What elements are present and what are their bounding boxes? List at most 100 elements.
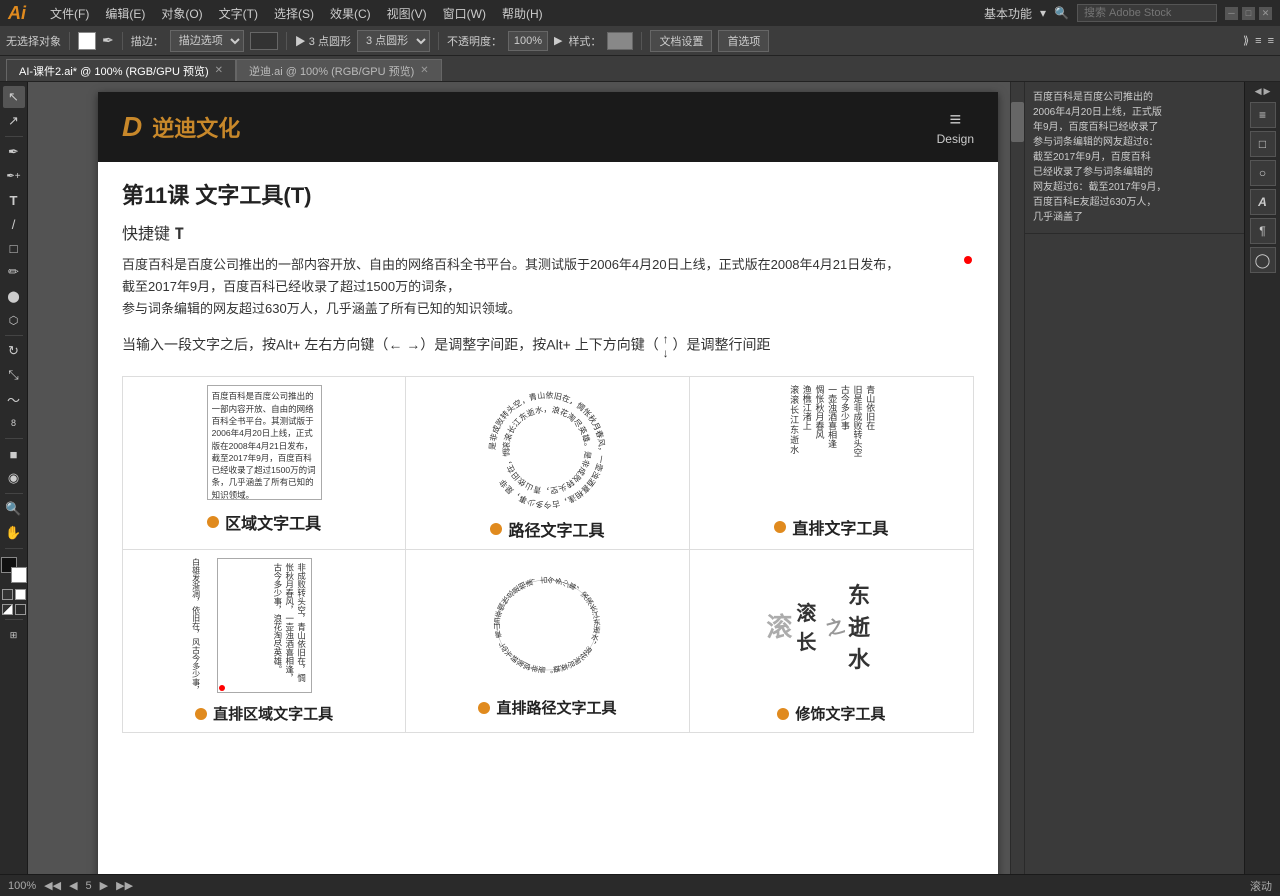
doc-header: D 逆迪文化 ≡ Design	[98, 92, 998, 162]
nav-arrow-next[interactable]: ▶	[100, 879, 108, 892]
tool-rotate[interactable]: ↻	[3, 340, 25, 362]
points-label: ▶ 3 点圆形	[295, 33, 351, 49]
tab-0-close[interactable]: ✕	[215, 65, 223, 76]
menu-edit[interactable]: 编辑(E)	[105, 5, 145, 22]
tool-text[interactable]: T	[3, 189, 25, 211]
panel-icon[interactable]: ≡	[1255, 35, 1261, 47]
tool-zoom[interactable]: 🔍	[3, 498, 25, 520]
restore-btn[interactable]: □	[1242, 7, 1255, 20]
opacity-arrow: ▶	[554, 34, 562, 47]
opacity-input[interactable]	[508, 31, 548, 51]
menu-window[interactable]: 窗口(W)	[443, 5, 486, 22]
path-text-section: 是非成败转头空，青山依旧在，惆怅秋月春风，一壶浊酒喜相逢，古今多少事，是非 滚滚…	[406, 377, 689, 549]
tool-select[interactable]: ↖	[3, 86, 25, 108]
page-number[interactable]: 5	[86, 880, 92, 892]
tool-eyedropper[interactable]: ◉	[3, 467, 25, 489]
tool-pencil[interactable]: ✏	[3, 261, 25, 283]
menu-object[interactable]: 对象(O)	[161, 5, 202, 22]
minimize-btn[interactable]: ─	[1225, 7, 1238, 20]
description-text: 百度百科是百度公司推出的一部内容开放、自由的网络百科全书平台。其测试版于2006…	[122, 254, 974, 320]
tool-blend[interactable]: 8	[3, 412, 25, 434]
tool-paint[interactable]: ⬤	[3, 285, 25, 307]
v-scrollbar[interactable]	[1010, 82, 1024, 896]
toolbar-divider-2	[122, 32, 123, 50]
tab-0[interactable]: AI-课件2.ai* @ 100% (RGB/GPU 预览) ✕	[6, 59, 236, 81]
lesson-title: 第11课 文字工具(T)	[122, 178, 974, 210]
doc-settings-btn[interactable]: 文档设置	[650, 30, 712, 52]
color-mode-none[interactable]	[2, 589, 13, 600]
logo-text: 逆迪文化	[152, 111, 240, 143]
mini-btn-para[interactable]: ¶	[1250, 218, 1276, 244]
tool-line[interactable]: /	[3, 213, 25, 235]
zoom-level[interactable]: 100%	[8, 880, 36, 892]
top-right-controls: 基本功能 ▾ 🔍 ─ □ ✕	[984, 4, 1272, 22]
search-input[interactable]	[1077, 4, 1217, 22]
menu-file[interactable]: 文件(F)	[50, 5, 89, 22]
bottom-demos-grid: 非成败转头空，青山依旧在，惆怅秋月春风，一壶浊酒喜相逢，古今多少事，浪花淘尽英雄…	[122, 550, 974, 733]
expand-icon[interactable]: ⟫	[1243, 34, 1249, 47]
none-swatch[interactable]	[15, 604, 26, 615]
panel-icon-2[interactable]: ≡	[1268, 35, 1274, 47]
menu-text[interactable]: 文字(T)	[219, 5, 258, 22]
doc-menu-icon[interactable]: ≡	[949, 109, 961, 132]
menu-help[interactable]: 帮助(H)	[502, 5, 543, 22]
tool-eraser[interactable]: ⬡	[3, 309, 25, 331]
doc-menu-right: ≡ Design	[937, 109, 974, 146]
stroke-select[interactable]: 描边选项	[170, 30, 244, 52]
tool-artboard[interactable]: ⊞	[3, 624, 25, 646]
tool-scale[interactable]: ⤡	[3, 364, 25, 386]
close-btn[interactable]: ✕	[1259, 7, 1272, 20]
mode-btns	[2, 604, 26, 615]
mini-btn-circle[interactable]: ○	[1250, 160, 1276, 186]
tab-1[interactable]: 逆迪.ai @ 100% (RGB/GPU 预览) ✕	[236, 59, 442, 81]
nav-arrow-prev[interactable]: ◀	[69, 879, 77, 892]
tool-rect[interactable]: □	[3, 237, 25, 259]
tool-sep-6	[5, 619, 23, 620]
stroke-label: 描边：	[131, 33, 164, 49]
mini-panel: ◀ ▶ ≡ □ ○ A ¶ ◯	[1244, 82, 1280, 896]
tool-sep-5	[5, 548, 23, 549]
deco-tool-label: 修饰文字工具	[777, 703, 885, 724]
color-mode-white[interactable]	[15, 589, 26, 600]
doc-menu-label: Design	[937, 132, 974, 146]
vert-path-demo: 当非惆怅总是相逢，古今多少事，滚滚长江东逝水，浪花淘尽英雄。是非成败转头空，青山…	[482, 558, 612, 693]
tool-warp[interactable]: 〜	[3, 388, 25, 410]
vert-extra-col: 白雄发渐凋，依旧在，风古今多少事，江旧日东逝水	[191, 558, 202, 693]
deco-char-3: 之	[823, 610, 851, 641]
style-swatch[interactable]	[607, 32, 633, 50]
menu-select[interactable]: 选择(S)	[274, 5, 314, 22]
tool-add-anchor[interactable]: ✒+	[3, 165, 25, 187]
path-tool-label: 路径文字工具	[490, 517, 604, 541]
background-color[interactable]	[11, 567, 27, 583]
vertical-tool-label: 直排文字工具	[774, 515, 888, 539]
preferences-btn[interactable]: 首选项	[718, 30, 769, 52]
mini-arrow-left[interactable]: ◀	[1255, 86, 1262, 97]
mini-arrow-right[interactable]: ▶	[1264, 86, 1271, 97]
mini-btn-lines[interactable]: ≡	[1250, 102, 1276, 128]
mini-btn-A[interactable]: A	[1250, 189, 1276, 215]
tool-hand[interactable]: ✋	[3, 522, 25, 544]
stroke-color-box[interactable]	[250, 32, 278, 50]
scroll-thumb[interactable]	[1011, 102, 1024, 142]
nav-arrow-left[interactable]: ◀◀	[44, 879, 61, 892]
canvas-area[interactable]: D 逆迪文化 ≡ Design 第11课 文字工具(T) 快捷键 T 百度百科是…	[28, 82, 1024, 896]
vertical-text-section: 滚滚长江东逝水 渔樵江渚上 惆怅秋月春风 一壶浊酒喜相逢 古今多少事 旧是非成败…	[690, 377, 973, 549]
mini-btn-circle2[interactable]: ◯	[1250, 247, 1276, 273]
fill-swatch[interactable]	[78, 32, 96, 50]
area-text-section: 百度百科是百度公司推出的一部内容开放、自由的网络百科全书平台。其测试版于2006…	[123, 377, 406, 549]
mini-btn-square[interactable]: □	[1250, 131, 1276, 157]
basic-func-label[interactable]: 基本功能	[984, 5, 1032, 22]
menu-view[interactable]: 视图(V)	[387, 5, 427, 22]
menu-effect[interactable]: 效果(C)	[330, 5, 371, 22]
document-canvas: D 逆迪文化 ≡ Design 第11课 文字工具(T) 快捷键 T 百度百科是…	[98, 92, 998, 882]
tool-gradient[interactable]: ■	[3, 443, 25, 465]
search-icon: 🔍	[1054, 6, 1069, 20]
path-text-demo: 是非成败转头空，青山依旧在，惆怅秋月春风，一壶浊酒喜相逢，古今多少事，是非 滚滚…	[482, 385, 612, 515]
pen-icon: ✒	[102, 32, 114, 49]
gradient-swatch[interactable]	[2, 604, 13, 615]
tab-1-close[interactable]: ✕	[420, 65, 428, 76]
tool-direct-select[interactable]: ↗	[3, 110, 25, 132]
points-select[interactable]: 3 点圆形	[357, 30, 430, 52]
tool-pen[interactable]: ✒	[3, 141, 25, 163]
nav-arrow-last[interactable]: ▶▶	[116, 879, 133, 892]
